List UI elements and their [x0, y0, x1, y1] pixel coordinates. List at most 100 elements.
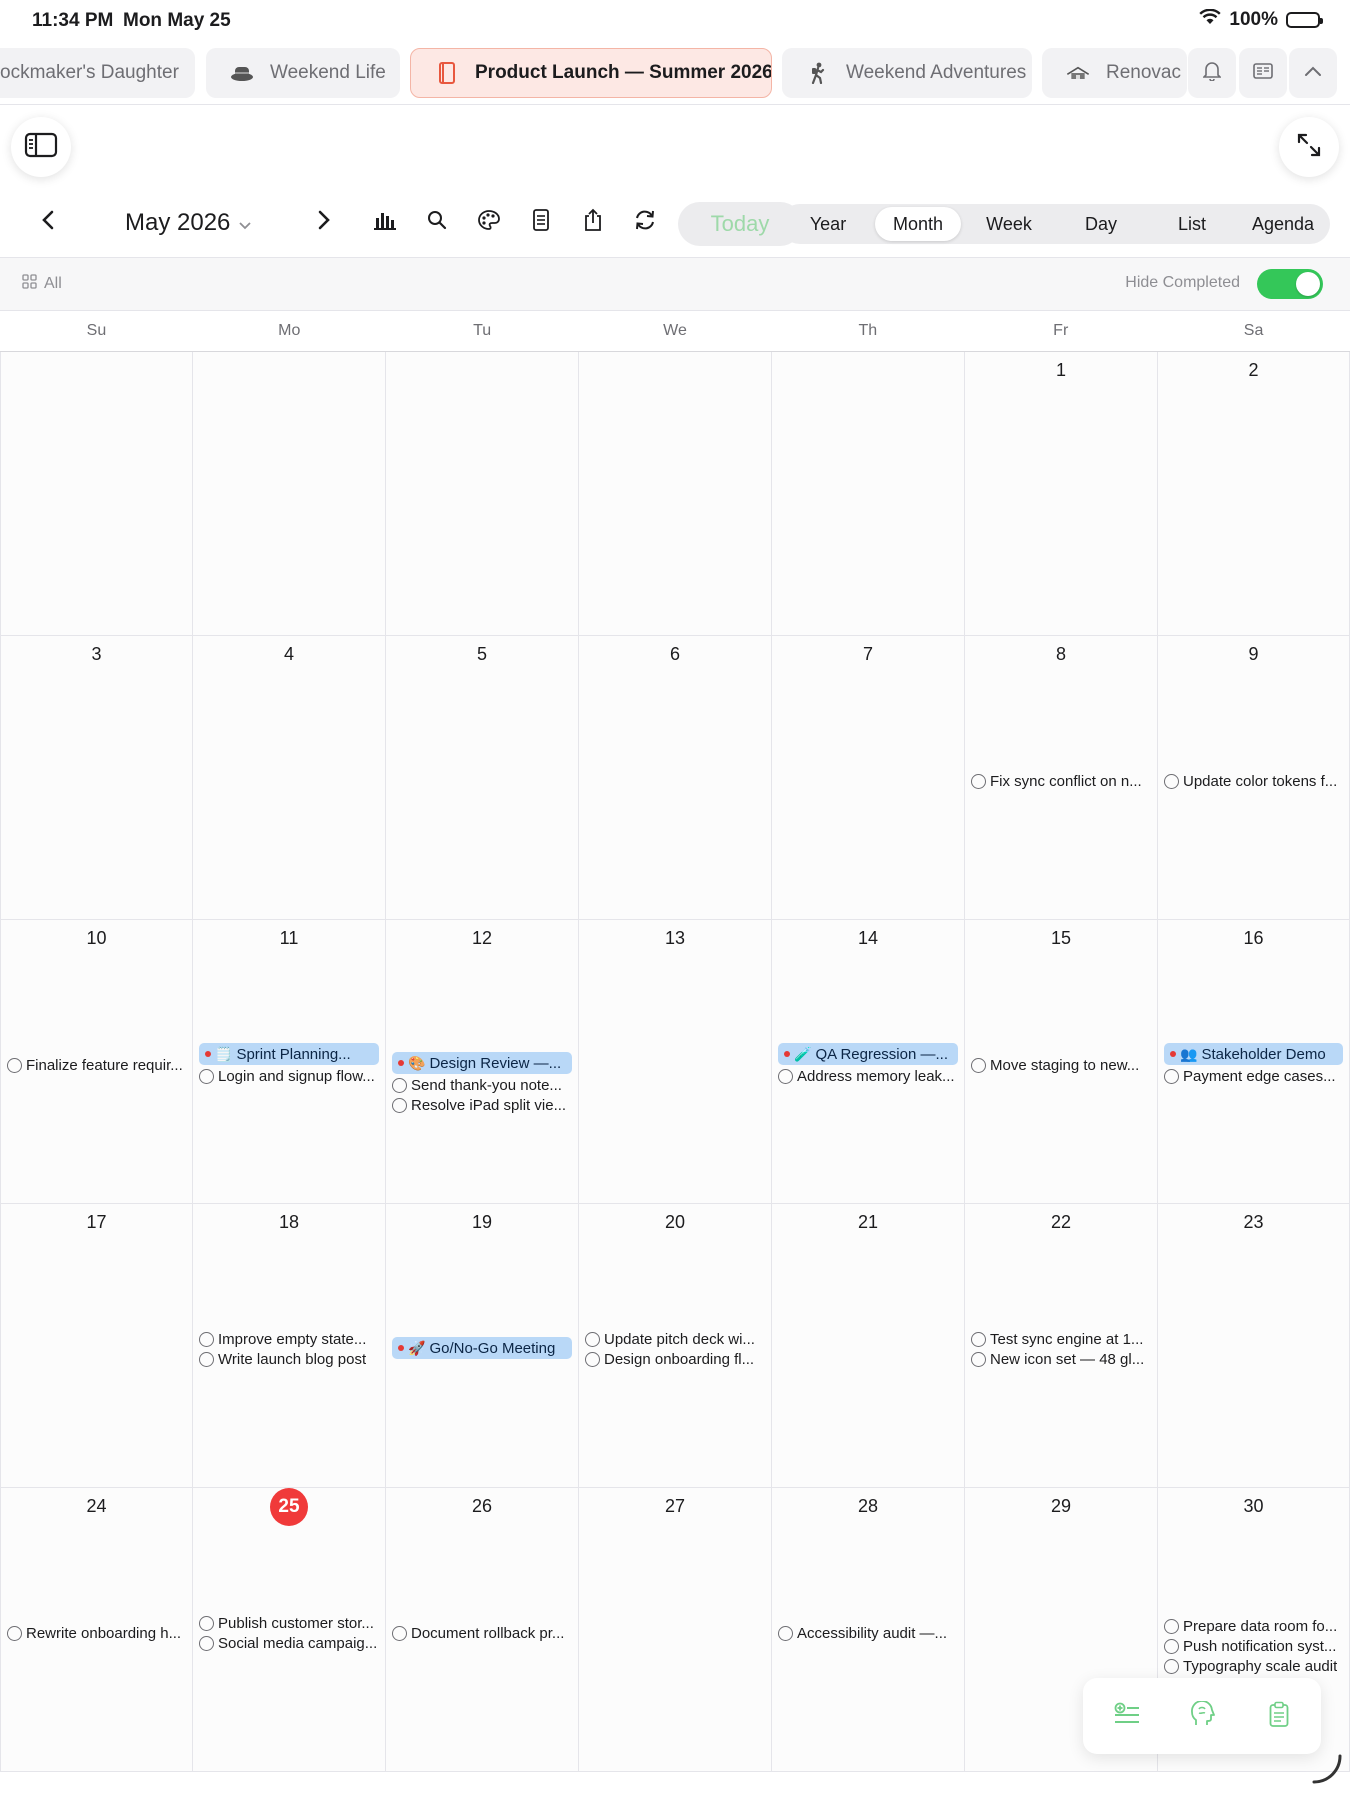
- day-cell-27[interactable]: 27: [579, 1488, 772, 1772]
- task-item[interactable]: Finalize feature requir...: [7, 1055, 186, 1075]
- day-cell-28[interactable]: 28 Accessibility audit —...: [772, 1488, 965, 1772]
- task-checkbox[interactable]: [971, 1057, 986, 1073]
- day-cell-19[interactable]: 19 🚀 Go/No-Go Meeting: [386, 1204, 579, 1488]
- day-cell-13[interactable]: 13: [579, 920, 772, 1204]
- day-cell-24[interactable]: 24 Rewrite onboarding h...: [0, 1488, 193, 1772]
- collapse-tabs-button[interactable]: [1289, 48, 1337, 98]
- task-checkbox[interactable]: [392, 1625, 407, 1641]
- task-checkbox[interactable]: [199, 1615, 214, 1631]
- task-item[interactable]: Update color tokens f...: [1164, 771, 1343, 791]
- calendar-event[interactable]: 🎨 Design Review —...: [392, 1052, 572, 1074]
- task-checkbox[interactable]: [7, 1625, 22, 1641]
- task-checkbox[interactable]: [778, 1625, 793, 1641]
- task-item[interactable]: Address memory leak...: [778, 1066, 958, 1086]
- day-cell-empty[interactable]: [579, 352, 772, 636]
- hide-completed-toggle[interactable]: [1257, 269, 1323, 299]
- task-item[interactable]: Improve empty state...: [199, 1329, 379, 1349]
- task-item[interactable]: Write launch blog post: [199, 1349, 379, 1369]
- task-checkbox[interactable]: [1164, 1658, 1179, 1674]
- day-cell-25[interactable]: 25 Publish customer stor... Social media c…: [193, 1488, 386, 1772]
- task-checkbox[interactable]: [392, 1077, 407, 1093]
- day-cell-21[interactable]: 21: [772, 1204, 965, 1488]
- task-checkbox[interactable]: [392, 1097, 407, 1113]
- tab-weekend-adventures[interactable]: Weekend Adventures: [782, 48, 1032, 98]
- day-cell-1[interactable]: 1: [965, 352, 1158, 636]
- day-cell-10[interactable]: 10 Finalize feature requir...: [0, 920, 193, 1204]
- task-checkbox[interactable]: [585, 1351, 600, 1367]
- previous-month-button[interactable]: [26, 200, 70, 244]
- toggle-sidebar-button[interactable]: [11, 117, 71, 177]
- fullscreen-button[interactable]: [1279, 117, 1339, 177]
- ai-assistant-button[interactable]: [1183, 1696, 1223, 1736]
- task-item[interactable]: Test sync engine at 1...: [971, 1329, 1151, 1349]
- share-button[interactable]: [571, 200, 615, 244]
- calendar-event[interactable]: 🚀 Go/No-Go Meeting: [392, 1337, 572, 1359]
- next-month-button[interactable]: [302, 200, 346, 244]
- day-cell-9[interactable]: 9 Update color tokens f...: [1158, 636, 1350, 920]
- day-cell-22[interactable]: 22 Test sync engine at 1... New icon set —…: [965, 1204, 1158, 1488]
- day-cell-empty[interactable]: [386, 352, 579, 636]
- task-checkbox[interactable]: [199, 1635, 214, 1651]
- day-cell-4[interactable]: 4: [193, 636, 386, 920]
- theme-button[interactable]: [467, 200, 511, 244]
- day-cell-empty[interactable]: [193, 352, 386, 636]
- day-cell-8[interactable]: 8 Fix sync conflict on n...: [965, 636, 1158, 920]
- day-cell-20[interactable]: 20 Update pitch deck wi... Design onboardi…: [579, 1204, 772, 1488]
- task-checkbox[interactable]: [199, 1068, 214, 1084]
- task-item[interactable]: Accessibility audit —...: [778, 1623, 958, 1643]
- task-item[interactable]: Typography scale audit: [1164, 1656, 1343, 1676]
- month-picker[interactable]: May 2026: [125, 209, 252, 237]
- task-checkbox[interactable]: [1164, 1618, 1179, 1634]
- day-cell-18[interactable]: 18 Improve empty state... Write launch blo…: [193, 1204, 386, 1488]
- task-item[interactable]: Rewrite onboarding h...: [7, 1623, 186, 1643]
- task-item[interactable]: New icon set — 48 gl...: [971, 1349, 1151, 1369]
- tab-renovation[interactable]: Renovac: [1042, 48, 1187, 98]
- task-item[interactable]: Prepare data room fo...: [1164, 1616, 1343, 1636]
- view-year[interactable]: Year: [785, 207, 871, 241]
- day-cell-11[interactable]: 11 🗒️ Sprint Planning... Login and signup f…: [193, 920, 386, 1204]
- add-task-button[interactable]: [1107, 1696, 1147, 1736]
- task-item[interactable]: Move staging to new...: [971, 1055, 1151, 1075]
- task-checkbox[interactable]: [1164, 1068, 1179, 1084]
- view-month[interactable]: Month: [875, 207, 961, 241]
- tab-weekend-life[interactable]: Weekend Life: [206, 48, 400, 98]
- task-item[interactable]: Login and signup flow...: [199, 1066, 379, 1086]
- task-item[interactable]: Push notification syst...: [1164, 1636, 1343, 1656]
- task-checkbox[interactable]: [1164, 773, 1179, 789]
- tab-clockmakers-daughter[interactable]: ockmaker's Daughter: [0, 48, 195, 98]
- calendar-event[interactable]: 👥 Stakeholder Demo: [1164, 1043, 1343, 1065]
- view-agenda[interactable]: Agenda: [1240, 207, 1326, 241]
- resize-handle-icon[interactable]: [1310, 1752, 1344, 1786]
- day-cell-14[interactable]: 14 🧪 QA Regression —... Address memory leak…: [772, 920, 965, 1204]
- task-checkbox[interactable]: [199, 1351, 214, 1367]
- notes-button[interactable]: [519, 200, 563, 244]
- task-item[interactable]: Document rollback pr...: [392, 1623, 572, 1643]
- reader-button[interactable]: [1239, 48, 1287, 98]
- task-checkbox[interactable]: [778, 1068, 793, 1084]
- calendar-event[interactable]: 🗒️ Sprint Planning...: [199, 1043, 379, 1065]
- task-item[interactable]: Update pitch deck wi...: [585, 1329, 765, 1349]
- day-cell-empty[interactable]: [772, 352, 965, 636]
- notifications-button[interactable]: [1188, 48, 1236, 98]
- view-week[interactable]: Week: [966, 207, 1052, 241]
- task-item[interactable]: Payment edge cases...: [1164, 1066, 1343, 1086]
- task-checkbox[interactable]: [1164, 1638, 1179, 1654]
- day-cell-7[interactable]: 7: [772, 636, 965, 920]
- day-cell-2[interactable]: 2: [1158, 352, 1350, 636]
- task-checkbox[interactable]: [199, 1331, 214, 1347]
- day-cell-23[interactable]: 23: [1158, 1204, 1350, 1488]
- day-cell-12[interactable]: 12 🎨 Design Review —... Send thank-you note…: [386, 920, 579, 1204]
- task-checkbox[interactable]: [971, 773, 986, 789]
- day-cell-6[interactable]: 6: [579, 636, 772, 920]
- view-day[interactable]: Day: [1058, 207, 1144, 241]
- task-item[interactable]: Fix sync conflict on n...: [971, 771, 1151, 791]
- day-cell-17[interactable]: 17: [0, 1204, 193, 1488]
- day-cell-16[interactable]: 16 👥 Stakeholder Demo Payment edge cases...: [1158, 920, 1350, 1204]
- day-cell-5[interactable]: 5: [386, 636, 579, 920]
- search-button[interactable]: [415, 200, 459, 244]
- task-item[interactable]: Publish customer stor...: [199, 1613, 379, 1633]
- day-cell-3[interactable]: 3: [0, 636, 193, 920]
- task-item[interactable]: Design onboarding fl...: [585, 1349, 765, 1369]
- task-checkbox[interactable]: [7, 1057, 22, 1073]
- task-item[interactable]: Send thank-you note...: [392, 1075, 572, 1095]
